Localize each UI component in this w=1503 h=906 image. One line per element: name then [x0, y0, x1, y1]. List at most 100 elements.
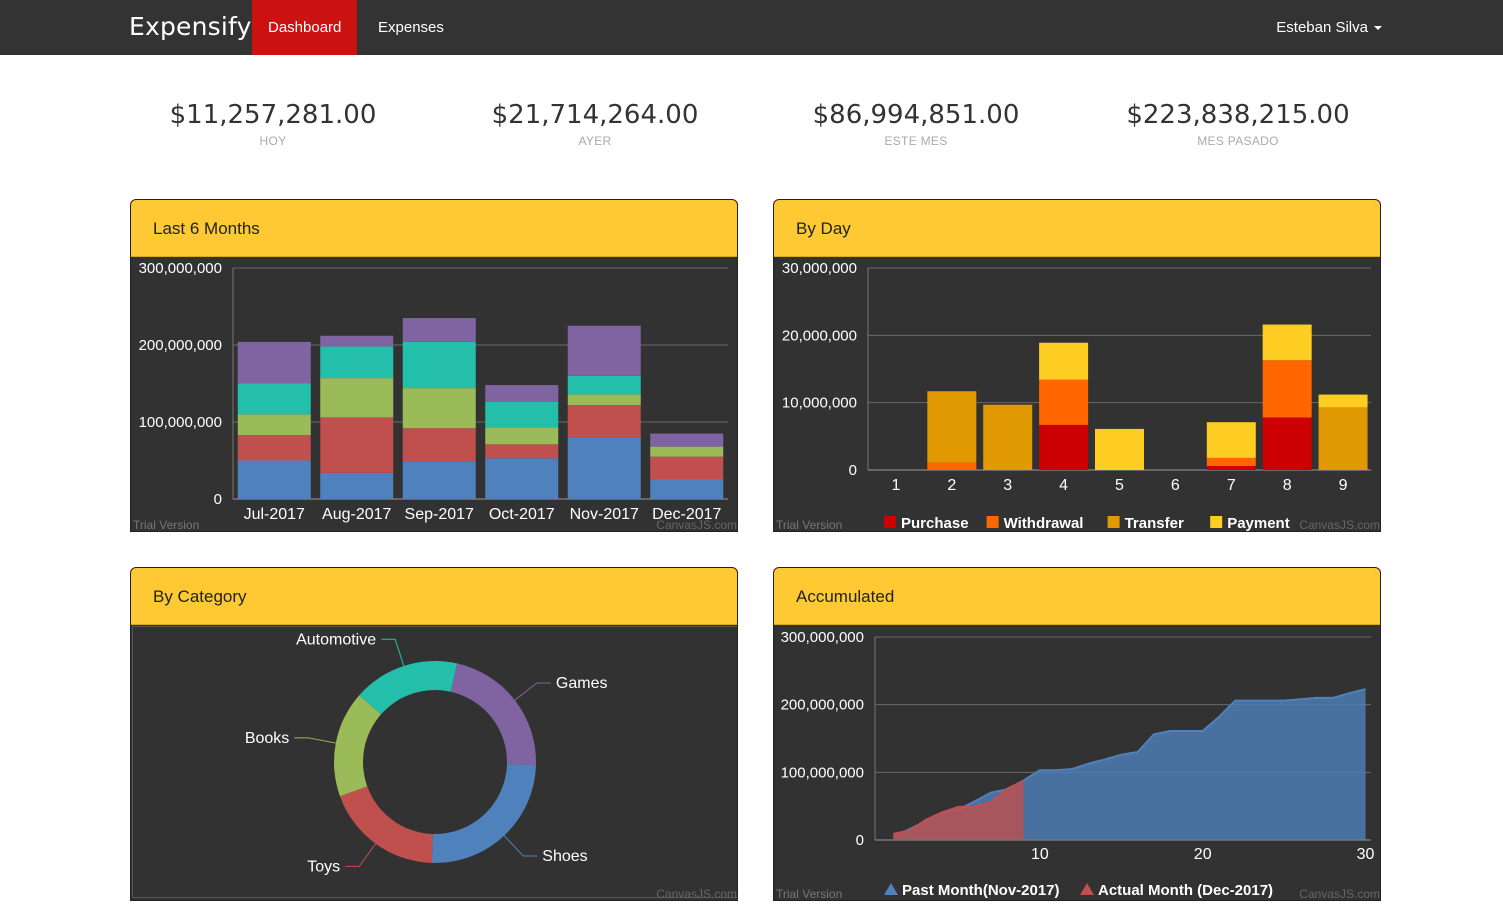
legend-label: Past Month(Nov-2017) — [902, 882, 1060, 899]
x-tick-label: 30 — [1357, 846, 1375, 863]
bar-segment — [237, 341, 311, 384]
panel-by-day: By Day 0 10,000,000 20,000,000 30,000,000 1 2… — [773, 199, 1381, 532]
bar-segment — [485, 444, 559, 459]
bar-segment — [1039, 424, 1089, 470]
bar-segment — [485, 427, 559, 445]
panel-title: Accumulated — [774, 568, 1380, 625]
bar-segment — [485, 458, 559, 499]
stat-label: ESTE MES — [884, 134, 948, 148]
x-tick-label: Nov-2017 — [570, 506, 639, 523]
bar-segment — [1039, 379, 1089, 425]
pie-slice-label: Shoes — [542, 848, 587, 865]
bar-segment — [650, 456, 724, 479]
bar-segment — [650, 433, 724, 447]
stat-today: $11,257,281.00 HOY — [123, 100, 423, 148]
bar-segment — [567, 325, 641, 376]
trial-watermark: Trial Version — [776, 518, 842, 532]
pie-slice-label: Toys — [307, 858, 340, 875]
bar-segment — [402, 461, 476, 499]
bar-segment — [983, 404, 1033, 470]
x-tick-label: 20 — [1194, 846, 1212, 863]
x-tick-label: 7 — [1227, 477, 1236, 494]
bar-segment — [320, 472, 394, 499]
stat-value: $11,257,281.00 — [169, 100, 377, 130]
legend-swatch — [986, 516, 999, 528]
pie-slice-label: Games — [556, 675, 608, 692]
bar-segment — [650, 446, 724, 457]
canvasjs-watermark: CanvasJS.com — [1299, 887, 1380, 901]
stat-label: AYER — [578, 134, 612, 148]
y-tick-label: 100,000,000 — [781, 764, 864, 781]
nav-dashboard[interactable]: Dashboard — [252, 0, 358, 55]
y-tick-label: 0 — [856, 832, 864, 849]
x-tick-label: 5 — [1115, 477, 1124, 494]
legend-label: Transfer — [1125, 515, 1184, 532]
bar-segment — [402, 428, 476, 462]
legend-label: Purchase — [901, 515, 969, 532]
bar-segment — [320, 346, 394, 379]
y-tick-label: 300,000,000 — [781, 629, 864, 646]
legend-swatch — [884, 516, 896, 528]
legend-swatch — [1107, 516, 1120, 528]
x-tick-label: 10 — [1031, 846, 1049, 863]
legend-swatch — [1210, 516, 1223, 528]
bar-segment — [402, 388, 476, 429]
nav-expenses[interactable]: Expenses — [362, 0, 460, 55]
pie-slice — [339, 786, 433, 863]
bar-segment — [320, 378, 394, 418]
y-tick-label: 200,000,000 — [139, 337, 222, 354]
pie-slice-label: Books — [245, 730, 289, 747]
x-tick-label: Oct-2017 — [489, 506, 555, 523]
canvasjs-watermark: CanvasJS.com — [656, 518, 737, 532]
pie-label-line — [514, 682, 551, 701]
chart-accumulated[interactable]: 0 100,000,000 200,000,000 300,000,000 10 20 30… — [774, 625, 1381, 901]
pie-slice — [359, 661, 458, 715]
bar-segment — [567, 394, 641, 406]
pie-slice — [431, 764, 536, 863]
stat-value: $86,994,851.00 — [812, 100, 1020, 130]
panel-title: By Category — [131, 568, 737, 625]
top-navbar: Expensify Dashboard Expenses Esteban Sil… — [0, 0, 1503, 55]
chart-last-6-months[interactable]: 0 100,000,000 200,000,000 300,000,000 Jul-20… — [131, 257, 738, 532]
bar-segment — [320, 417, 394, 473]
bar-segment — [567, 375, 641, 395]
brand-logo[interactable]: Expensify — [129, 12, 252, 41]
bar-segment — [237, 383, 311, 415]
bar-segment — [237, 460, 311, 499]
bar-segment — [402, 318, 476, 342]
panel-accumulated: Accumulated 0 100,000,000 200,000,000 300,0… — [773, 567, 1381, 901]
legend-triangle-icon — [1080, 883, 1094, 895]
x-tick-label: Aug-2017 — [322, 506, 391, 523]
bar-segment — [1206, 422, 1256, 458]
stat-last-month: $223,838,215.00 MES PASADO — [1088, 100, 1388, 148]
bar-segment — [1262, 324, 1312, 361]
bar-segment — [1095, 428, 1144, 470]
chart-by-category[interactable]: Games Shoes Toys Books Automotive CanvasJS.co… — [131, 625, 738, 901]
pie-label-line — [503, 835, 538, 857]
bar-segment — [237, 414, 311, 436]
x-tick-label: 2 — [947, 477, 956, 494]
x-tick-label: 4 — [1059, 477, 1068, 494]
y-tick-label: 30,000,000 — [782, 260, 857, 277]
panel-by-category: By Category Games Shoes Toys Books Automotiv… — [130, 567, 738, 901]
panel-last-6-months: Last 6 Months 0 100,000,000 200,000,000 300… — [130, 199, 738, 532]
canvasjs-watermark: CanvasJS.com — [1299, 518, 1380, 532]
canvasjs-watermark: CanvasJS.com — [656, 887, 737, 901]
y-tick-label: 100,000,000 — [139, 414, 222, 431]
pie-label-line — [294, 737, 336, 744]
stat-value: $21,714,264.00 — [491, 100, 699, 130]
x-tick-label: Jul-2017 — [244, 506, 305, 523]
bar-segment — [927, 462, 977, 470]
legend-triangle-icon — [884, 883, 898, 895]
bar-segment — [485, 385, 559, 402]
trial-watermark: Trial Version — [133, 518, 199, 532]
user-menu[interactable]: Esteban Silva — [1276, 0, 1382, 55]
caret-down-icon — [1374, 26, 1382, 31]
legend-label: Withdrawal — [1004, 515, 1084, 532]
trial-watermark: Trial Version — [776, 887, 842, 901]
y-tick-label: 200,000,000 — [781, 697, 864, 714]
bar-segment — [1262, 360, 1312, 418]
bar-segment — [1206, 457, 1256, 466]
x-tick-label: 1 — [891, 477, 900, 494]
chart-by-day[interactable]: 0 10,000,000 20,000,000 30,000,000 1 2 3 4 5 6 7 8 9… — [774, 257, 1381, 532]
